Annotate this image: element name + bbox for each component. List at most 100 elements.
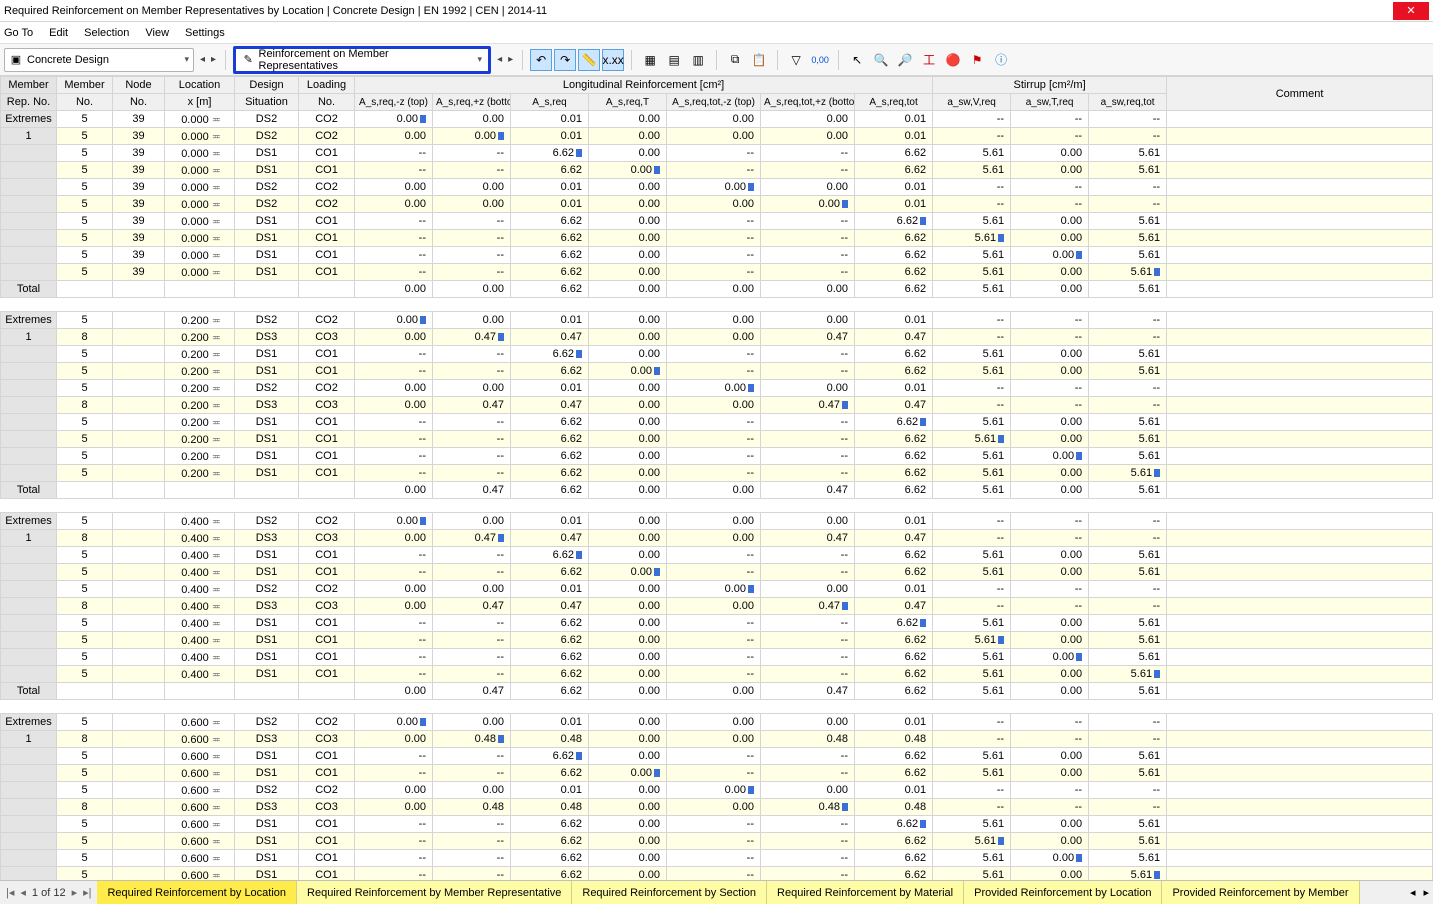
table-row: 50.600 ≖DS1CO1----6.620.00----6.625.610.… [1,748,1433,765]
table-row: Extremes50.600 ≖DS2CO20.000.000.010.000.… [1,714,1433,731]
zoom-extents-icon[interactable]: ↶ [530,49,552,71]
search-icon[interactable]: 🔍 [870,49,892,71]
table-row: 50.600 ≖DS1CO1----6.620.00----6.625.610.… [1,816,1433,833]
cube-icon: ▣ [9,53,23,67]
menu-edit[interactable]: Edit [49,27,68,39]
menu-selection[interactable]: Selection [84,27,129,39]
tab-req-by-section[interactable]: Required Reinforcement by Section [572,881,767,904]
zoom-previous-icon[interactable]: ↷ [554,49,576,71]
info-icon[interactable]: ⓘ [990,49,1012,71]
paste-icon[interactable]: 📋 [748,49,770,71]
find-icon[interactable]: 🔎 [894,49,916,71]
rebar-icon: ✎ [242,53,254,67]
decimals-icon[interactable]: 0,00 [809,49,831,71]
result-nav: ◂ ▸ [495,54,515,65]
table-row: 50.600 ≖DS1CO1----6.620.00----6.625.610.… [1,833,1433,850]
table-row: 5390.000 ≖DS2CO20.000.000.010.000.000.00… [1,179,1433,196]
menu-bar: Go To Edit Selection View Settings [0,22,1433,44]
table-row: 50.600 ≖DS1CO1----6.620.00----6.625.610.… [1,765,1433,782]
prev-module-button[interactable]: ◂ [198,54,207,65]
table-row: 80.400 ≖DS3CO30.000.470.470.000.000.470.… [1,598,1433,615]
scroll-right-button[interactable]: ▸ [1419,886,1433,899]
filter-icon[interactable]: ▽ [785,49,807,71]
table-row: 50.200 ≖DS2CO20.000.000.010.000.000.000.… [1,380,1433,397]
menu-view[interactable]: View [145,27,169,39]
table-row: 15390.000 ≖DS2CO20.000.000.010.000.000.0… [1,128,1433,145]
table-row: 5390.000 ≖DS1CO1----6.620.00----6.625.61… [1,145,1433,162]
scroll-left-button[interactable]: ◂ [1406,886,1420,899]
table-row: 50.400 ≖DS1CO1----6.620.00----6.625.610.… [1,666,1433,683]
table-row: 180.200 ≖DS3CO30.000.470.470.000.000.470… [1,329,1433,346]
module-nav: ◂ ▸ [198,54,218,65]
prev-page-button[interactable]: ◂ [20,886,26,899]
table-row: 180.400 ≖DS3CO30.000.470.470.000.000.470… [1,530,1433,547]
tab-prov-by-location[interactable]: Provided Reinforcement by Location [964,881,1162,904]
table-row: 50.600 ≖DS1CO1----6.620.00----6.625.610.… [1,867,1433,881]
prev-result-button[interactable]: ◂ [495,54,504,65]
tab-req-by-location[interactable]: Required Reinforcement by Location [97,881,297,904]
table-row: 50.200 ≖DS1CO1----6.620.00----6.625.610.… [1,363,1433,380]
toolbar: ▣ Concrete Design ▾ ◂ ▸ ✎ Reinforcement … [0,44,1433,76]
separator [225,50,226,70]
result-grid[interactable]: Member Member Node Location Design Loadi… [0,76,1433,880]
copy-icon[interactable]: ⧉ [724,49,746,71]
separator [522,50,523,70]
table-row: 50.400 ≖DS2CO20.000.000.010.000.000.000.… [1,581,1433,598]
next-module-button[interactable]: ▸ [209,54,218,65]
table-row: 50.400 ≖DS1CO1----6.620.00----6.625.610.… [1,615,1433,632]
table-row: 5390.000 ≖DS1CO1----6.620.00----6.625.61… [1,230,1433,247]
table-row: 5390.000 ≖DS1CO1----6.620.00----6.625.61… [1,264,1433,281]
separator [777,50,778,70]
table-row: Extremes5390.000 ≖DS2CO20.000.000.010.00… [1,111,1433,128]
separator [838,50,839,70]
menu-goto[interactable]: Go To [4,27,33,39]
pager: |◂ ◂ 1 of 12 ▸ ▸| [0,886,97,899]
module-dropdown[interactable]: ▣ Concrete Design ▾ [4,48,194,72]
footer: |◂ ◂ 1 of 12 ▸ ▸| Required Reinforcement… [0,880,1433,904]
tool-group-grid: ▦ ▤ ▥ [639,49,709,71]
table-row: 180.600 ≖DS3CO30.000.480.480.000.000.480… [1,731,1433,748]
grid1-icon[interactable]: ▦ [639,49,661,71]
total-row: Total0.000.006.620.000.000.006.625.610.0… [1,281,1433,298]
page-indicator: 1 of 12 [32,887,66,899]
menu-settings[interactable]: Settings [185,27,225,39]
tool-group-view: ↶ ↷ 📏 x.xx [530,49,624,71]
table-row: 5390.000 ≖DS1CO1----6.620.00----6.625.61… [1,162,1433,179]
pointer-icon[interactable]: ↖ [846,49,868,71]
table-row: Extremes50.400 ≖DS2CO20.000.000.010.000.… [1,513,1433,530]
flag-icon[interactable]: ⚑ [966,49,988,71]
result-dropdown[interactable]: ✎ Reinforcement on Member Representative… [233,46,491,74]
chevron-down-icon: ▾ [184,54,189,65]
tab-req-by-material[interactable]: Required Reinforcement by Material [767,881,964,904]
i-beam-icon[interactable]: 工 [918,49,940,71]
precision-icon[interactable]: x.xx [602,49,624,71]
table-row: 80.600 ≖DS3CO30.000.480.480.000.000.480.… [1,799,1433,816]
result-tabs: Required Reinforcement by Location Requi… [97,881,1405,904]
grid2-icon[interactable]: ▤ [663,49,685,71]
title-bar: Required Reinforcement on Member Represe… [0,0,1433,22]
first-page-button[interactable]: |◂ [6,886,14,899]
tab-prov-by-member[interactable]: Provided Reinforcement by Member [1162,881,1359,904]
table-row: 50.400 ≖DS1CO1----6.620.00----6.625.610.… [1,564,1433,581]
table-row: 50.600 ≖DS1CO1----6.620.00----6.625.610.… [1,850,1433,867]
table-row: 5390.000 ≖DS1CO1----6.620.00----6.625.61… [1,247,1433,264]
grid3-icon[interactable]: ▥ [687,49,709,71]
table-row: 50.200 ≖DS1CO1----6.620.00----6.625.610.… [1,414,1433,431]
total-row: Total0.000.476.620.000.000.476.625.610.0… [1,683,1433,700]
table-row: 50.400 ≖DS1CO1----6.620.00----6.625.610.… [1,649,1433,666]
window-title: Required Reinforcement on Member Represe… [4,5,1393,17]
table-row: 50.400 ≖DS1CO1----6.620.00----6.625.610.… [1,632,1433,649]
next-page-button[interactable]: ▸ [72,886,78,899]
table-row: 50.600 ≖DS2CO20.000.000.010.000.000.000.… [1,782,1433,799]
close-button[interactable]: ✕ [1393,2,1429,20]
last-page-button[interactable]: ▸| [83,886,91,899]
next-result-button[interactable]: ▸ [506,54,515,65]
tab-req-by-member-rep[interactable]: Required Reinforcement by Member Represe… [297,881,572,904]
table-row: Extremes50.200 ≖DS2CO20.000.000.010.000.… [1,312,1433,329]
table-row: 50.200 ≖DS1CO1----6.620.00----6.625.610.… [1,346,1433,363]
separator [716,50,717,70]
colors-icon[interactable]: 🔴 [942,49,964,71]
table-row: 5390.000 ≖DS2CO20.000.000.010.000.000.00… [1,196,1433,213]
measure-icon[interactable]: 📏 [578,49,600,71]
chevron-down-icon: ▾ [478,54,483,65]
